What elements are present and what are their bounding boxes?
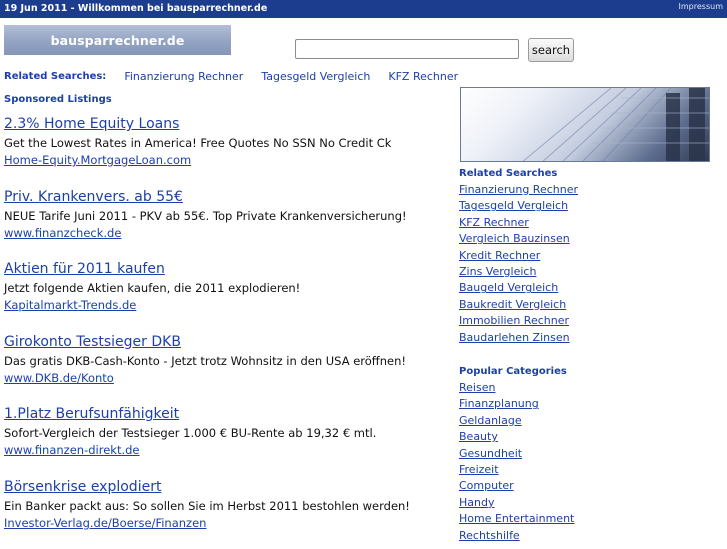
impressum-link[interactable]: Impressum xyxy=(679,2,723,11)
category-link[interactable]: Finanzplanung xyxy=(459,396,574,412)
category-link[interactable]: Beauty xyxy=(459,429,574,445)
category-link[interactable]: Computer xyxy=(459,478,574,494)
sidebar-related-link[interactable]: Baudarlehen Zinsen xyxy=(459,330,578,346)
sidebar-related-list: Finanzierung Rechner Tagesgeld Vergleich… xyxy=(459,182,578,346)
category-link[interactable]: Reisen xyxy=(459,380,574,396)
listing-description: Das gratis DKB-Cash-Konto - Jetzt trotz … xyxy=(4,352,454,370)
listing-item: Priv. Krankenvers. ab 55€ NEUE Tarife Ju… xyxy=(4,187,454,260)
listing-url-link[interactable]: Home-Equity.MortgageLoan.com xyxy=(4,152,454,169)
search-button[interactable]: search xyxy=(528,38,574,62)
listing-item: Aktien für 2011 kaufen Jetzt folgende Ak… xyxy=(4,259,454,332)
listing-item: 2.3% Home Equity Loans Get the Lowest Ra… xyxy=(4,114,454,187)
search-input[interactable] xyxy=(295,39,519,59)
sidebar-related-link[interactable]: Tagesgeld Vergleich xyxy=(459,198,578,214)
building-image xyxy=(460,87,710,162)
listing-url-link[interactable]: www.DKB.de/Konto xyxy=(4,370,454,387)
listing-description: NEUE Tarife Juni 2011 - PKV ab 55€. Top … xyxy=(4,207,454,225)
category-link[interactable]: Rechtshilfe xyxy=(459,528,574,544)
sidebar-related-link[interactable]: Vergleich Bauzinsen xyxy=(459,231,578,247)
listing-description: Sofort-Vergleich der Testsieger 1.000 € … xyxy=(4,424,454,442)
listing-item: Girokonto Testsieger DKB Das gratis DKB-… xyxy=(4,332,454,405)
listing-item: 1.Platz Berufsunfähigkeit Sofort-Verglei… xyxy=(4,404,454,477)
page-date-title: 19 Jun 2011 - Willkommen bei bausparrech… xyxy=(4,3,267,14)
listing-title-link[interactable]: Aktien für 2011 kaufen xyxy=(4,259,454,279)
category-link[interactable]: Gesundheit xyxy=(459,446,574,462)
listing-description: Jetzt folgende Aktien kaufen, die 2011 e… xyxy=(4,279,454,297)
listing-title-link[interactable]: 2.3% Home Equity Loans xyxy=(4,114,454,134)
sidebar-related-searches: Related Searches Finanzierung Rechner Ta… xyxy=(459,166,578,346)
listing-description: Get the Lowest Rates in America! Free Qu… xyxy=(4,134,454,152)
category-link[interactable]: Freizeit xyxy=(459,462,574,478)
category-link[interactable]: Home Entertainment xyxy=(459,511,574,527)
sponsored-listings-heading: Sponsored Listings xyxy=(4,94,112,105)
sidebar-related-link[interactable]: Finanzierung Rechner xyxy=(459,182,578,198)
related-search-link[interactable]: Finanzierung Rechner xyxy=(124,70,243,83)
listing-url-link[interactable]: Kapitalmarkt-Trends.de xyxy=(4,297,454,314)
category-link[interactable]: Geldanlage xyxy=(459,413,574,429)
listing-title-link[interactable]: Girokonto Testsieger DKB xyxy=(4,332,454,352)
listing-title-link[interactable]: 1.Platz Berufsunfähigkeit xyxy=(4,404,454,424)
building-photo-graphic xyxy=(461,88,710,162)
listing-title-link[interactable]: Priv. Krankenvers. ab 55€ xyxy=(4,187,454,207)
sidebar-related-link[interactable]: Immobilien Rechner xyxy=(459,313,578,329)
sidebar-related-link[interactable]: KFZ Rechner xyxy=(459,215,578,231)
sidebar-popular-categories: Popular Categories Reisen Finanzplanung … xyxy=(459,364,574,544)
sidebar-related-link[interactable]: Baukredit Vergleich xyxy=(459,297,578,313)
listing-title-link[interactable]: Börsenkrise explodiert xyxy=(4,477,454,497)
sidebar-categories-list: Reisen Finanzplanung Geldanlage Beauty G… xyxy=(459,380,574,544)
related-search-link[interactable]: KFZ Rechner xyxy=(388,70,458,83)
top-bar: 19 Jun 2011 - Willkommen bei bausparrech… xyxy=(0,0,727,18)
listing-url-link[interactable]: www.finanzcheck.de xyxy=(4,225,454,242)
sidebar-related-link[interactable]: Kredit Rechner xyxy=(459,248,578,264)
site-logo[interactable]: bausparrechner.de xyxy=(4,25,231,55)
listing-url-link[interactable]: Investor-Verlag.de/Boerse/Finanzen xyxy=(4,515,454,532)
sidebar-related-link[interactable]: Zins Vergleich xyxy=(459,264,578,280)
related-searches-label: Related Searches: xyxy=(4,71,106,82)
related-search-link[interactable]: Tagesgeld Vergleich xyxy=(261,70,370,83)
category-link[interactable]: Handy xyxy=(459,495,574,511)
related-searches-bar: Related Searches: Finanzierung Rechner T… xyxy=(4,69,476,83)
sidebar-related-link[interactable]: Baugeld Vergleich xyxy=(459,280,578,296)
sidebar-related-heading: Related Searches xyxy=(459,166,578,182)
sponsored-listings: 2.3% Home Equity Loans Get the Lowest Ra… xyxy=(4,114,454,549)
listing-description: Ein Banker packt aus: So sollen Sie im H… xyxy=(4,497,454,515)
sidebar-categories-heading: Popular Categories xyxy=(459,364,574,380)
site-logo-text: bausparrechner.de xyxy=(51,33,185,48)
listing-item: Börsenkrise explodiert Ein Banker packt … xyxy=(4,477,454,549)
listing-url-link[interactable]: www.finanzen-direkt.de xyxy=(4,442,454,459)
